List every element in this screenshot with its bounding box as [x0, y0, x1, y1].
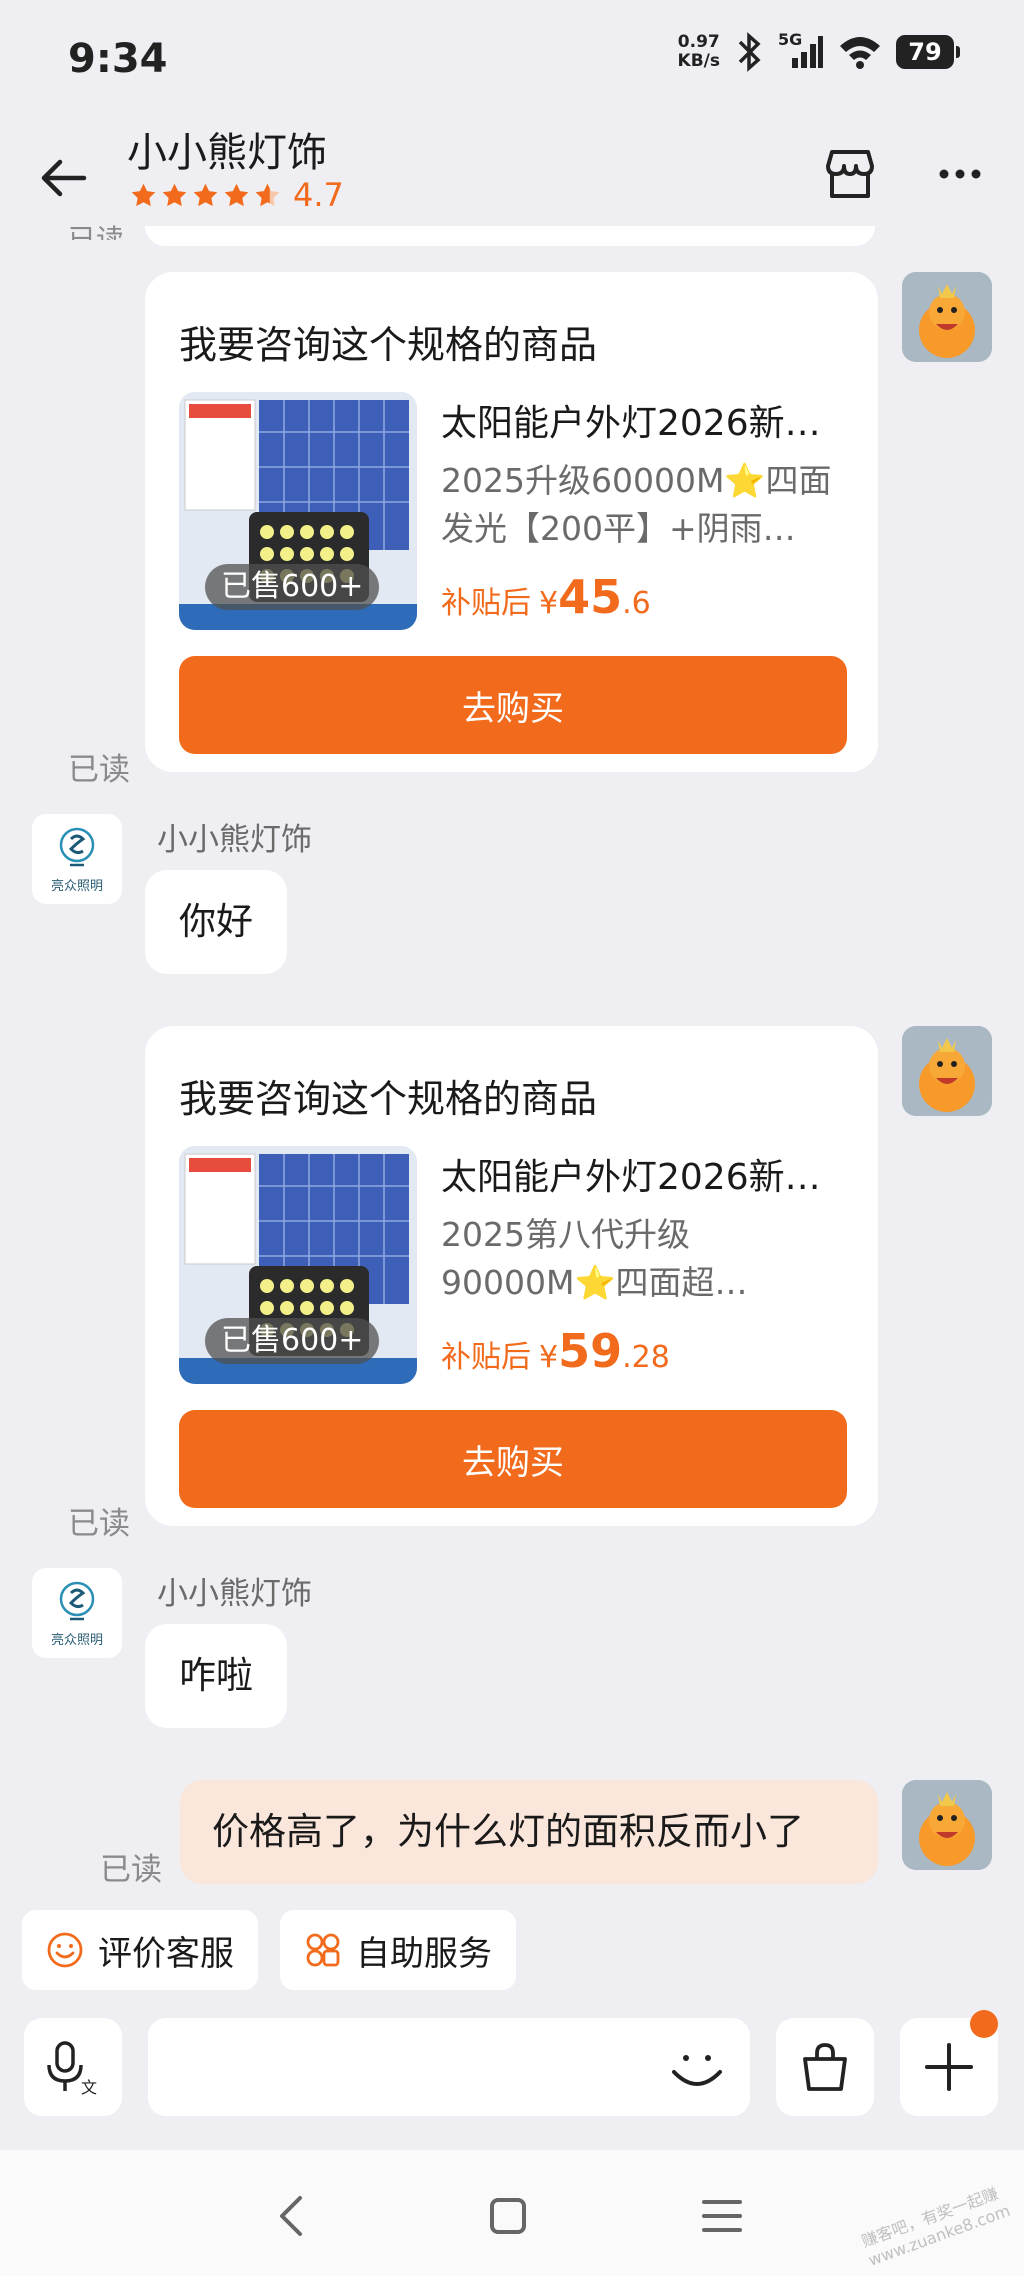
- cellular-signal-icon: 5G: [778, 30, 824, 72]
- card-title: 我要咨询这个规格的商品: [179, 1077, 598, 1121]
- status-time: 9:34: [68, 36, 168, 82]
- voice-input-button[interactable]: 文: [24, 2018, 122, 2116]
- rate-service-label: 评价客服: [98, 1933, 234, 1974]
- rating-value: 4.7: [293, 176, 344, 214]
- user-avatar[interactable]: [902, 272, 992, 362]
- star-icon: [224, 183, 249, 206]
- notification-dot: [970, 2010, 998, 2038]
- read-receipt: 已读: [68, 1506, 130, 1542]
- read-receipt: 已读: [68, 752, 130, 788]
- user-avatar[interactable]: [902, 1780, 992, 1870]
- status-icons: 0.97 KB/s 5G 79: [677, 30, 960, 72]
- self-service-label: 自助服务: [356, 1933, 492, 1974]
- buy-button[interactable]: 去购买: [179, 1410, 847, 1508]
- product-price: 补贴后 ¥ 45 .6: [441, 570, 651, 624]
- self-service-button[interactable]: 自助服务: [280, 1910, 516, 1990]
- product-name: 太阳能户外灯2026新…: [441, 403, 821, 444]
- back-arrow-icon[interactable]: [36, 148, 96, 208]
- status-bar: 9:34 0.97 KB/s 5G 79: [0, 0, 1024, 120]
- product-name: 太阳能户外灯2026新…: [441, 1157, 821, 1198]
- emoji-icon[interactable]: [660, 2030, 734, 2104]
- user-avatar-image: [902, 1026, 992, 1116]
- product-image[interactable]: 已售600+: [179, 1146, 417, 1384]
- wifi-icon: [840, 37, 880, 69]
- sold-count-badge: 已售600+: [205, 564, 380, 610]
- product-image[interactable]: 已售600+: [179, 392, 417, 630]
- product-description: 2025第八代升级90000M⭐四面超…: [441, 1215, 748, 1302]
- user-avatar[interactable]: [902, 1026, 992, 1116]
- star-icon: [162, 183, 187, 206]
- user-avatar-image: [902, 272, 992, 362]
- product-price: 补贴后 ¥ 59 .28: [441, 1324, 670, 1378]
- rate-service-button[interactable]: 评价客服: [22, 1910, 258, 1990]
- shop-avatar[interactable]: 亮众照明: [32, 814, 122, 904]
- nav-home-icon[interactable]: [478, 2186, 538, 2246]
- more-options-icon[interactable]: [930, 144, 990, 204]
- shopping-bag-icon: [803, 2043, 847, 2091]
- user-avatar-image: [902, 1780, 992, 1870]
- my-message-bubble[interactable]: 价格高了，为什么灯的面积反而小了: [180, 1780, 878, 1884]
- chat-header: 小小熊灯饰 4.7: [0, 110, 1024, 240]
- net-speed: 0.97 KB/s: [677, 32, 720, 71]
- sender-name: 小小熊灯饰: [157, 1576, 312, 1612]
- watermark: 赚客吧，有奖一起赚 www.zuanke8.com: [858, 2183, 1013, 2270]
- shop-logo-icon: [59, 827, 95, 866]
- product-card[interactable]: 我要咨询这个规格的商品 已售600+ 太阳能户外灯2026新… 2025升级60…: [145, 272, 878, 772]
- shop-logo-icon: [59, 1581, 95, 1620]
- nav-back-icon[interactable]: [262, 2186, 322, 2246]
- buy-button[interactable]: 去购买: [179, 656, 847, 754]
- smiley-icon: [47, 1932, 83, 1968]
- star-icon: [131, 183, 156, 206]
- shop-avatar[interactable]: 亮众照明: [32, 1568, 122, 1658]
- input-bar: 文: [0, 2010, 1024, 2152]
- sender-name: 小小熊灯饰: [157, 822, 312, 858]
- read-receipt: 已读: [100, 1852, 162, 1888]
- nav-menu-icon[interactable]: [692, 2186, 752, 2246]
- message-bubble[interactable]: 你好: [145, 870, 287, 974]
- read-receipt: 已读: [68, 223, 125, 240]
- message-bubble[interactable]: 咋啦: [145, 1624, 287, 1728]
- previous-message-edge: [145, 226, 875, 246]
- product-card[interactable]: 我要咨询这个规格的商品 已售600+ 太阳能户外灯2026新… 2025第八代升…: [145, 1026, 878, 1526]
- battery-indicator: 79: [896, 35, 960, 69]
- shop-logo-text: 亮众照明: [50, 1632, 103, 1648]
- svg-text:文: 文: [81, 2078, 97, 2097]
- plus-icon: [925, 2043, 973, 2091]
- star-icon: [193, 183, 218, 206]
- bluetooth-icon: [738, 32, 761, 72]
- shop-title[interactable]: 小小熊灯饰: [127, 120, 327, 178]
- half-star-icon: [255, 183, 280, 206]
- shop-rating: 4.7: [130, 176, 344, 214]
- product-description: 2025升级60000M⭐四面发光【200平】+阴雨…: [441, 461, 832, 548]
- system-nav-bar: 赚客吧，有奖一起赚 www.zuanke8.com: [0, 2150, 1024, 2276]
- grid-icon: [306, 1933, 340, 1967]
- microphone-icon: 文: [47, 2041, 97, 2097]
- card-title: 我要咨询这个规格的商品: [179, 323, 598, 367]
- store-icon[interactable]: [820, 144, 880, 204]
- sold-count-badge: 已售600+: [205, 1318, 380, 1364]
- shop-logo-text: 亮众照明: [50, 878, 103, 894]
- goods-button[interactable]: [776, 2018, 874, 2116]
